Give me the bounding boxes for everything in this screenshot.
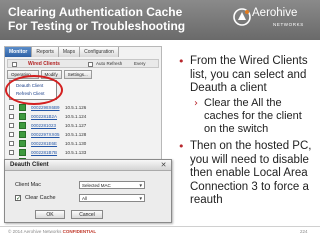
page-number: 224 (300, 229, 308, 234)
select-all-checkbox[interactable] (12, 62, 17, 67)
clear-cache-label: Clear Cache (25, 195, 56, 201)
slide-title-line2: For Testing or Troubleshooting (8, 19, 186, 33)
row-checkbox[interactable] (9, 114, 14, 119)
footer-divider (0, 226, 320, 227)
tab-maps[interactable]: Maps (58, 47, 81, 57)
auto-refresh-checkbox[interactable] (88, 62, 93, 67)
row-ip: 10.5.1.124 (65, 114, 87, 119)
bullet-marker: • (178, 55, 185, 68)
row-ip: 10.5.1.128 (65, 132, 87, 137)
ok-button[interactable]: OK (35, 210, 65, 219)
table-row[interactable]: 0002281B7B 10.5.1.133 (7, 148, 159, 157)
chevron-down-icon: ▼ (138, 196, 143, 201)
slide-title: Clearing Authentication Cache For Testin… (8, 5, 185, 33)
top-tabs: Monitor Reports Maps Configuration (5, 47, 161, 57)
tab-monitor[interactable]: Monitor (5, 47, 33, 57)
client-status-icon (19, 122, 26, 129)
aerohive-logo: Aerohive NETWORKS (232, 5, 316, 35)
aerohive-logo-icon (233, 8, 251, 26)
clear-cache-checkbox[interactable]: ✓ (15, 195, 21, 202)
row-mac[interactable]: 0002281E6E (31, 139, 57, 148)
client-mac-select[interactable]: Selected MAC ▼ (79, 181, 145, 189)
dialog-header: Deauth Client ✕ (5, 160, 171, 171)
row-checkbox[interactable] (9, 150, 14, 155)
every-label: Every (134, 61, 146, 66)
client-mac-label: Client Mac (15, 182, 41, 188)
row-mac[interactable]: 0002297XX05 (31, 130, 60, 139)
auto-refresh-label: Auto Refresh (96, 61, 123, 66)
footer: © 2014 Aerohive Networks CONFIDENTIAL (8, 229, 96, 234)
client-status-icon (19, 140, 26, 147)
table-row[interactable]: 0002281E6E 10.5.1.130 (7, 139, 159, 148)
table-row[interactable]: 0002298X6B9 10.5.1.126 (7, 103, 159, 112)
row-checkbox[interactable] (9, 105, 14, 110)
dialog-title: Deauth Client (10, 162, 49, 168)
row-ip: 10.5.1.127 (65, 123, 87, 128)
wired-clients-screenshot: Monitor Reports Maps Configuration Wired… (4, 46, 162, 170)
footer-copyright: © 2014 Aerohive Networks (8, 229, 62, 234)
row-mac[interactable]: 0002281B2A (31, 112, 57, 121)
close-icon[interactable]: ✕ (160, 162, 167, 169)
table-row[interactable]: 0002281B2A 10.5.1.124 (7, 112, 159, 121)
tab-reports[interactable]: Reports (32, 47, 59, 57)
client-status-icon (19, 131, 26, 138)
bullet-text: Then on the hosted PC, you will need to … (190, 140, 312, 206)
title-bar: Clearing Authentication Cache For Testin… (0, 0, 320, 40)
row-ip: 10.5.1.126 (65, 105, 87, 110)
client-status-icon (19, 149, 26, 156)
client-status-icon (19, 104, 26, 111)
highlight-ring (5, 75, 63, 105)
clear-cache-value: All (82, 196, 88, 201)
row-mac[interactable]: 0002281B7B (31, 148, 57, 157)
cancel-button[interactable]: Cancel (71, 210, 103, 219)
row-mac[interactable]: 0002281023 (31, 121, 56, 130)
footer-confidential: CONFIDENTIAL (62, 229, 97, 234)
table-row[interactable]: 0002281023 10.5.1.127 (7, 121, 159, 130)
client-status-icon (19, 113, 26, 120)
sub-bullet-text: Clear the All the caches for the client … (204, 97, 302, 135)
wired-clients-header: Wired Clients Auto Refresh Every (7, 59, 159, 68)
logo-name: Aerohive (252, 7, 298, 19)
table-row[interactable]: 0002297XX05 10.5.1.128 (7, 130, 159, 139)
client-mac-value: Selected MAC (82, 183, 111, 188)
row-checkbox[interactable] (9, 132, 14, 137)
clear-cache-select[interactable]: All ▼ (79, 194, 145, 202)
wired-clients-title: Wired Clients (28, 61, 60, 67)
row-checkbox[interactable] (9, 123, 14, 128)
settings-button[interactable]: Settings... (63, 70, 92, 79)
row-checkbox[interactable] (9, 141, 14, 146)
bullet-text: From the Wired Clients list, you can sel… (190, 55, 308, 94)
deauth-client-dialog: Deauth Client ✕ Client Mac Selected MAC … (4, 159, 172, 223)
row-ip: 10.5.1.130 (65, 141, 87, 146)
bullet-marker: • (178, 140, 185, 153)
tab-configuration[interactable]: Configuration (80, 47, 119, 57)
row-mac[interactable]: 0002298X6B9 (31, 103, 60, 112)
slide-title-line1: Clearing Authentication Cache (8, 5, 183, 19)
chevron-down-icon: ▼ (138, 183, 143, 188)
sub-bullet-marker: › (194, 98, 198, 109)
row-ip: 10.5.1.133 (65, 150, 87, 155)
logo-tagline: NETWORKS (273, 22, 304, 27)
